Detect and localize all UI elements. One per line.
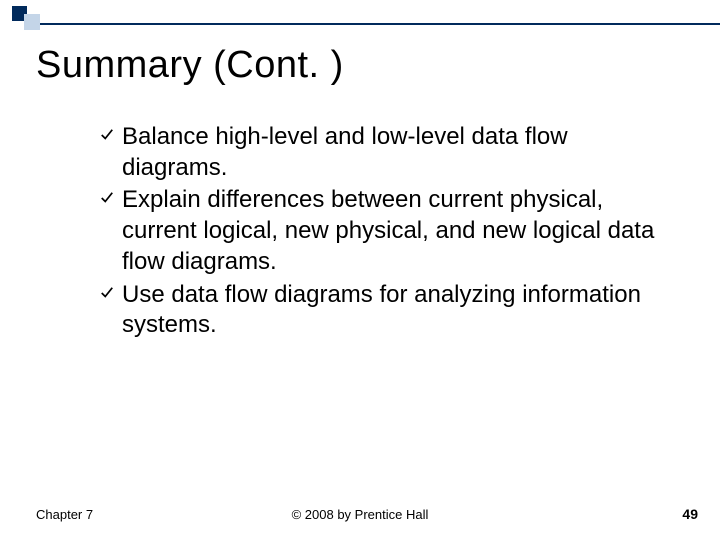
bullet-text: Use data flow diagrams for analyzing inf… bbox=[122, 281, 641, 339]
bullet-item: Balance high-level and low-level data fl… bbox=[100, 122, 670, 183]
slide-body: Balance high-level and low-level data fl… bbox=[100, 122, 670, 343]
copyright-text: © 2008 by Prentice Hall bbox=[0, 507, 720, 522]
square-light bbox=[24, 14, 40, 30]
slide-title: Summary (Cont. ) bbox=[36, 44, 344, 87]
header-rule bbox=[40, 23, 720, 25]
page-number: 49 bbox=[682, 506, 698, 522]
check-icon bbox=[100, 286, 114, 300]
corner-decoration bbox=[12, 6, 46, 22]
slide-footer: Chapter 7 © 2008 by Prentice Hall 49 bbox=[0, 502, 720, 522]
bullet-item: Use data flow diagrams for analyzing inf… bbox=[100, 280, 670, 341]
check-icon bbox=[100, 191, 114, 205]
bullet-item: Explain differences between current phys… bbox=[100, 185, 670, 277]
bullet-text: Balance high-level and low-level data fl… bbox=[122, 123, 568, 181]
check-icon bbox=[100, 128, 114, 142]
bullet-text: Explain differences between current phys… bbox=[122, 186, 654, 274]
